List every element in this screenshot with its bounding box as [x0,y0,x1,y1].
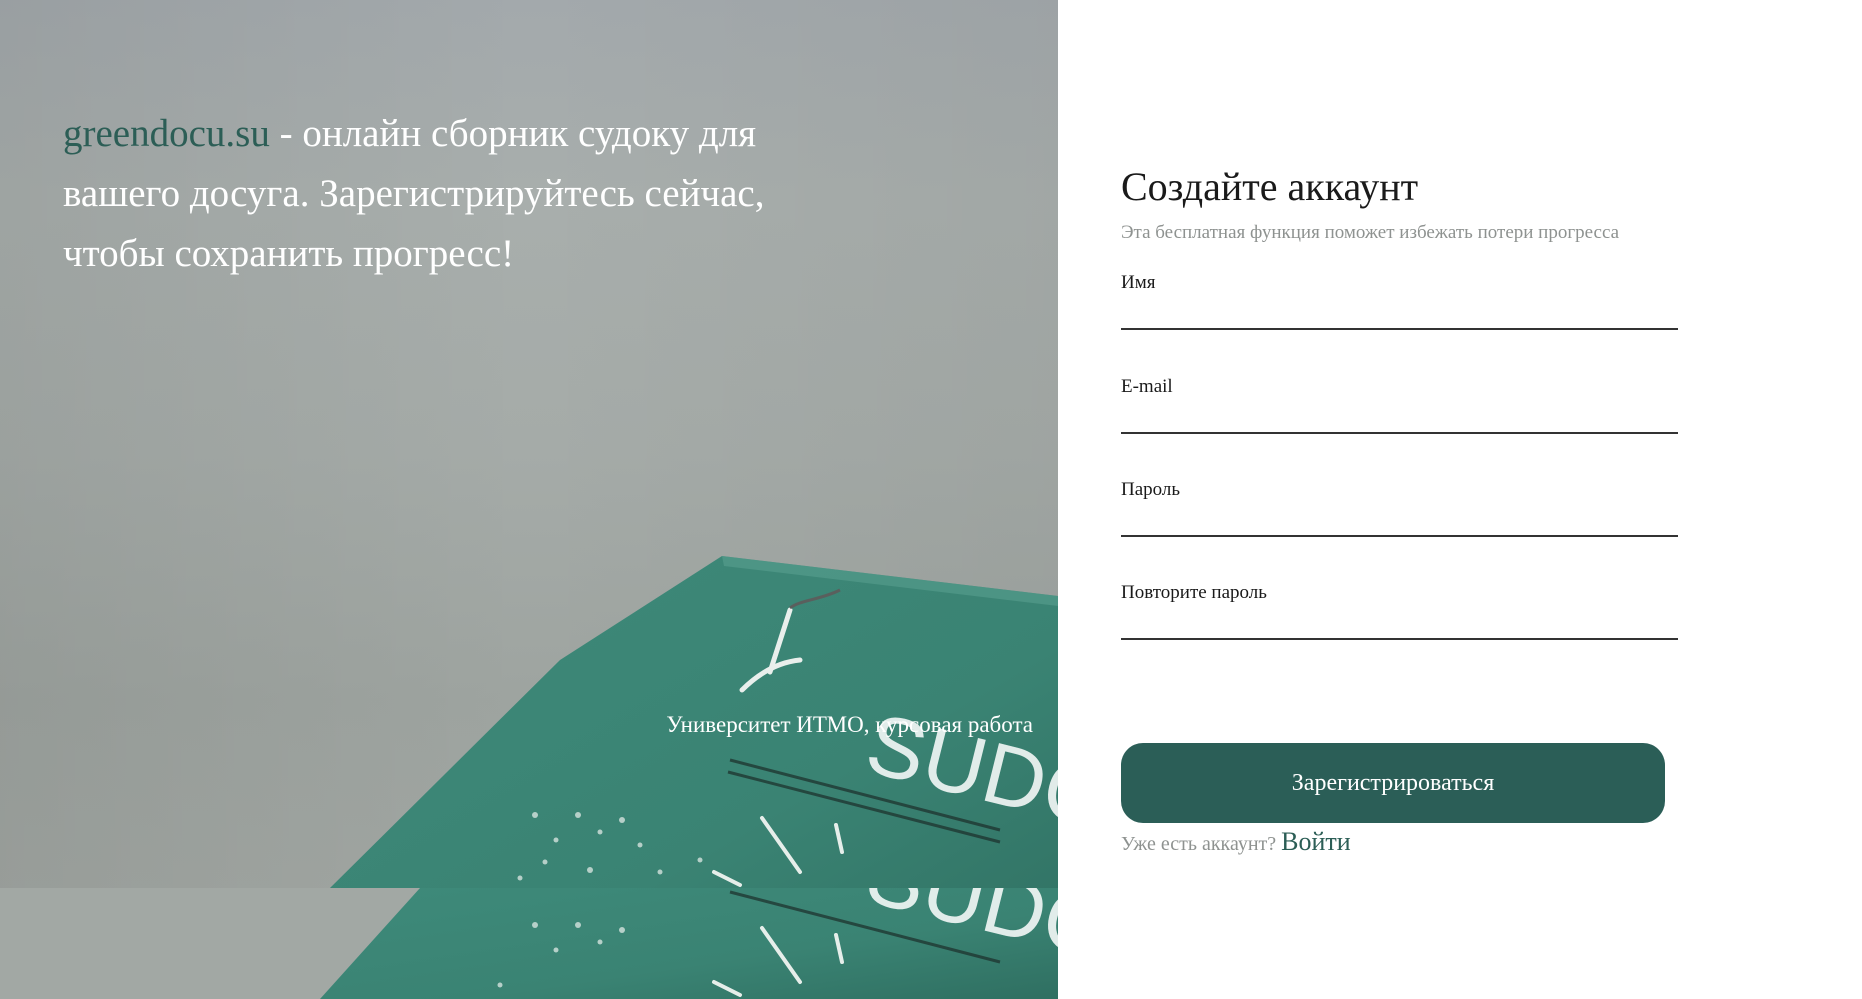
login-prompt: Уже есть аккаунт? Войти [1121,827,1351,857]
password-field[interactable] [1121,501,1678,537]
password-field-group: Пароль [1121,479,1678,537]
repeat-password-field[interactable] [1121,604,1678,640]
email-label: E-mail [1121,376,1173,397]
register-button[interactable]: Зарегистрироваться [1121,743,1665,823]
hero-tagline: greendocu.su - онлайн сборник судоку для… [63,104,823,284]
repeat-password-label: Повторите пароль [1121,582,1267,603]
hero-panel: SUDO SUDO greendocu.su - онлайн сборник … [0,0,1058,999]
login-link[interactable]: Войти [1281,827,1351,856]
email-field-group: E-mail [1121,376,1678,434]
brand-name: greendocu.su [63,112,270,155]
form-title: Создайте аккаунт [1121,164,1419,209]
email-field[interactable] [1121,398,1678,434]
name-label: Имя [1121,272,1156,293]
name-field-group: Имя [1121,272,1678,330]
password-label: Пароль [1121,479,1181,500]
registration-page: SUDO SUDO greendocu.su - онлайн сборник … [0,0,1862,999]
repeat-password-field-group: Повторите пароль [1121,582,1678,640]
login-question: Уже есть аккаунт? [1121,833,1282,855]
name-field[interactable] [1121,294,1678,330]
hero-caption: Университет ИТМО, курсовая работа [666,712,1033,737]
registration-form: Создайте аккаунт Эта бесплатная функция … [1121,0,1681,999]
form-subtitle: Эта бесплатная функция поможет избежать … [1121,222,1620,243]
